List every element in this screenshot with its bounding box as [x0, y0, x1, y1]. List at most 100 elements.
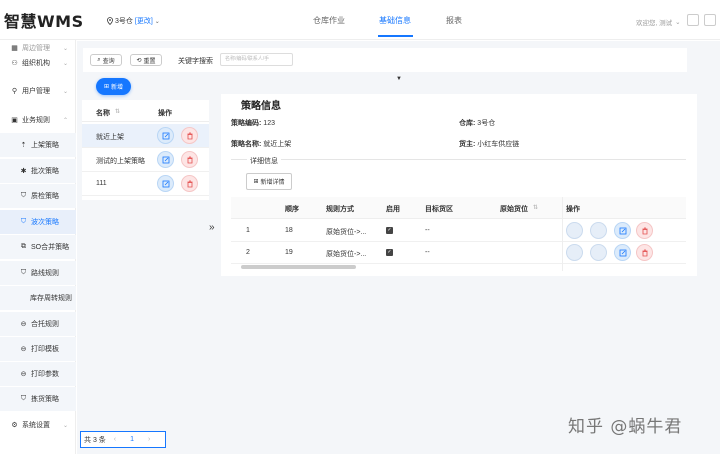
sidebar-item-label: 业务规则 [22, 117, 50, 124]
top-nav: 仓库作业 基础信息 报表 [0, 15, 720, 37]
watermark: 知乎 @蜗牛君 [568, 417, 683, 437]
org-chart-icon: ⚇ [11, 60, 18, 67]
pager-total: 共 3 条 [84, 436, 106, 444]
search-bar: ⌕ 查询 ⟲ 重置 关键字搜索 名称/编码/联系人/手 [83, 48, 687, 72]
field-name: 策略名称: 就近上架 [231, 139, 291, 149]
delete-icon[interactable] [636, 244, 653, 261]
col-ops: 操作 [158, 110, 172, 117]
action-button[interactable] [590, 222, 607, 239]
detail-table: 顺序 规则方式 启用 目标货区 原始货位 ⇅ 操作 1 18 原始货位->...… [231, 197, 686, 271]
tab-reports[interactable]: 报表 [446, 15, 462, 26]
delete-icon[interactable] [181, 175, 198, 192]
table-header: 名称 ⇅ 操作 [82, 100, 209, 122]
row-order: 19 [285, 249, 293, 256]
enabled-checkbox[interactable]: ✓ [386, 249, 393, 256]
caret-down-icon[interactable]: ▼ [396, 76, 402, 82]
minus-circle-icon: ⊖ [20, 321, 27, 328]
field-label: 策略名称: [231, 141, 262, 148]
sidebar-item-pallet-merge[interactable]: ⊖ 合托规则 [0, 312, 76, 336]
sidebar-item-print-template[interactable]: ⊖ 打印模板 [0, 337, 76, 361]
sidebar-item-label: 库存周转规则 [30, 295, 72, 302]
chevron-down-icon: ⌄ [62, 60, 68, 67]
sidebar-item-label: 合托规则 [31, 321, 59, 328]
shield-icon: ⛉ [20, 395, 27, 402]
edit-icon[interactable] [157, 151, 174, 168]
keyword-label: 关键字搜索 [178, 58, 213, 65]
sidebar-item-wave[interactable]: ⛉ 波次策略 [0, 210, 76, 234]
edit-icon[interactable] [157, 175, 174, 192]
sidebar-item-so-merge[interactable]: ⧉ SO合并策略 [0, 235, 76, 259]
pager-current-page[interactable]: 1 [130, 436, 134, 443]
sidebar-item-business-rules[interactable]: ▣ 业务规则 ⌃ [0, 108, 76, 132]
table-row[interactable]: 1 18 原始货位->... ✓ -- [231, 220, 686, 242]
fullscreen-icon[interactable] [704, 14, 716, 26]
pagination: 共 3 条 ‹ 1 › [80, 431, 166, 448]
sidebar-item-turnover[interactable]: 库存周转规则 [0, 286, 76, 310]
sort-icon[interactable]: ⇅ [533, 204, 538, 211]
field-label: 货主: [459, 141, 476, 148]
chevron-left-icon[interactable]: ‹ [114, 436, 116, 443]
edit-icon[interactable] [614, 244, 631, 261]
field-value: 3号仓 [477, 120, 496, 127]
delete-icon[interactable] [181, 151, 198, 168]
delete-icon[interactable] [181, 127, 198, 144]
sidebar-item-label: 用户管理 [22, 88, 50, 95]
reset-button[interactable]: ⟲ 重置 [130, 54, 162, 66]
action-button[interactable] [566, 244, 583, 261]
edit-icon[interactable] [614, 222, 631, 239]
new-strategy-button[interactable]: ⊞ 新增 [96, 78, 131, 95]
table-row[interactable]: 测试的上架策略 [82, 148, 209, 172]
horizontal-scrollbar[interactable] [241, 265, 356, 269]
top-bar: 智慧WMS 3号仓 [更改] ⌄ 仓库作业 基础信息 报表 欢迎您, 测试 ⌄ [0, 0, 720, 40]
table-row[interactable]: 111 [82, 172, 209, 196]
action-button[interactable] [590, 244, 607, 261]
sidebar-item-route[interactable]: ⛉ 路线规则 [0, 261, 76, 285]
settings-icon: ⚙ [11, 422, 18, 429]
settings-icon[interactable] [687, 14, 699, 26]
shield-icon: ⛉ [20, 192, 27, 199]
sidebar-item-print-params[interactable]: ⊖ 打印参数 [0, 362, 76, 386]
sidebar-item-org[interactable]: ⚇ 组织机构 ⌄ [0, 51, 76, 75]
detail-title: 策略信息 [241, 101, 281, 112]
row-method: 原始货位->... [326, 229, 367, 236]
reset-icon: ⟲ [136, 57, 142, 64]
enabled-checkbox[interactable]: ✓ [386, 227, 393, 234]
row-name: 111 [96, 180, 107, 187]
chevron-up-icon: ⌃ [62, 117, 68, 124]
sidebar-item-system-settings[interactable]: ⚙ 系统设置 ⌄ [0, 413, 76, 437]
tab-basic-info[interactable]: 基础信息 [379, 15, 411, 26]
sidebar-item-label: 打印模板 [31, 346, 59, 353]
sidebar-item-label: 拣货策略 [31, 396, 59, 403]
sidebar-item-qc[interactable]: ⛉ 质检策略 [0, 184, 76, 208]
field-warehouse: 仓库: 3号仓 [459, 118, 495, 128]
sidebar-item-putaway[interactable]: ⇡ 上架策略 [0, 133, 76, 157]
field-owner: 货主: 小红车供应链 [459, 139, 519, 149]
col-method: 规则方式 [326, 206, 354, 213]
field-label: 仓库: [459, 120, 476, 127]
table-row[interactable]: 就近上架 [82, 124, 209, 148]
delete-icon[interactable] [636, 222, 653, 239]
keyword-search-input[interactable]: 名称/编码/联系人/手 [220, 53, 293, 66]
table-header: 顺序 规则方式 启用 目标货区 原始货位 ⇅ 操作 [231, 197, 686, 219]
edit-icon[interactable] [157, 127, 174, 144]
sidebar-item-label: 路线规则 [31, 270, 59, 277]
col-name: 名称 [96, 110, 110, 117]
double-chevron-right-icon[interactable]: » [209, 222, 215, 233]
col-source-bin: 原始货位 [500, 206, 528, 213]
action-button[interactable] [566, 222, 583, 239]
sidebar-item-users[interactable]: ⚲ 用户管理 ⌄ [0, 79, 76, 103]
col-ops: 操作 [566, 206, 580, 213]
sidebar-item-batch[interactable]: ✱ 批次策略 [0, 159, 76, 183]
sort-icon[interactable]: ⇅ [115, 108, 120, 115]
sidebar: ▦ 周边管理 ⌄ ⚇ 组织机构 ⌄ ⚲ 用户管理 ⌄ ▣ 业务规则 ⌃ ⇡ 上架… [0, 40, 76, 454]
table-row[interactable]: 2 19 原始货位->... ✓ -- [231, 242, 686, 264]
user-menu[interactable]: 欢迎您, 测试 ⌄ [636, 17, 681, 27]
reset-button-label: 重置 [143, 58, 156, 65]
tab-warehouse-ops[interactable]: 仓库作业 [313, 15, 345, 26]
chevron-right-icon[interactable]: › [148, 436, 150, 443]
row-order: 18 [285, 227, 293, 234]
query-button[interactable]: ⌕ 查询 [90, 54, 122, 66]
field-value: 123 [263, 120, 275, 127]
add-detail-button[interactable]: ⊞ 新增详情 [246, 173, 292, 190]
sidebar-item-picking[interactable]: ⛉ 拣货策略 [0, 387, 76, 411]
